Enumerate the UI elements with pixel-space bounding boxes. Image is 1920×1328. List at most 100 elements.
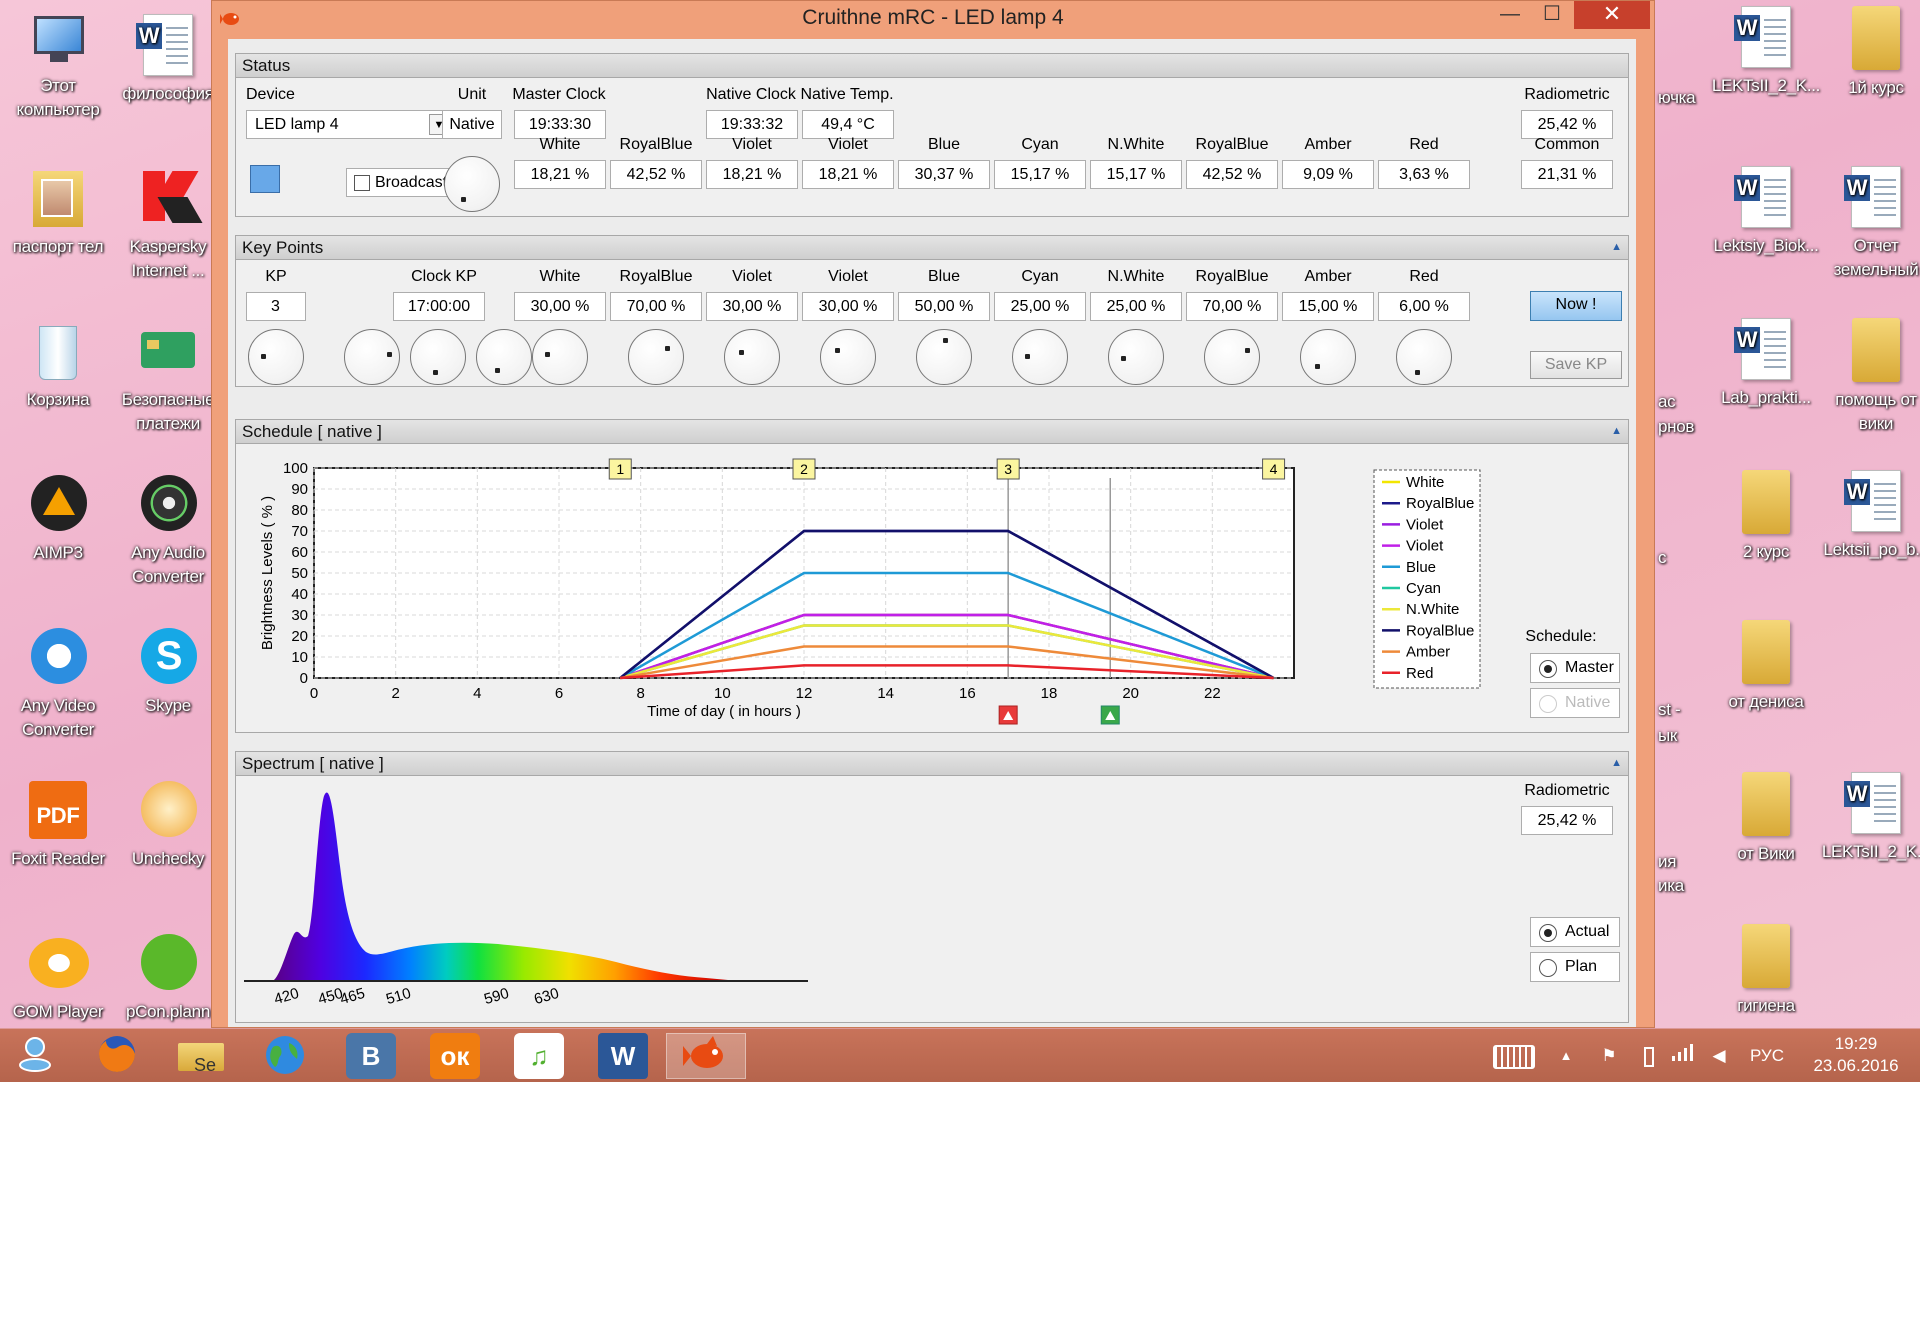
desktop-icon-left-12[interactable]: GOM Player: [2, 932, 114, 1024]
tray-expand-icon[interactable]: ▲: [1554, 1029, 1578, 1083]
kp-channel-value[interactable]: 6,00 %: [1378, 292, 1470, 321]
desktop-icon-left-1[interactable]: философия: [112, 14, 224, 106]
desktop-icon-right-4[interactable]: Lab_prakti...: [1710, 318, 1822, 410]
desktop-icon-left-4[interactable]: Корзина: [2, 320, 114, 412]
kp-cursor-icon[interactable]: [998, 705, 1018, 725]
title-bar[interactable]: Cruithne mRC - LED lamp 4 — ☐ ✕: [212, 1, 1654, 35]
kp-channel-knob[interactable]: [1012, 329, 1068, 385]
desktop-icon-right-6[interactable]: 2 курс: [1710, 470, 1822, 564]
hour-knob[interactable]: [344, 329, 400, 385]
kp-channel-knob[interactable]: [724, 329, 780, 385]
kp-channel-value[interactable]: 70,00 %: [1186, 292, 1278, 321]
close-button[interactable]: ✕: [1574, 1, 1650, 29]
keypoint-marker-4[interactable]: 4: [1262, 458, 1286, 480]
clock[interactable]: 19:29 23.06.2016: [1800, 1029, 1912, 1077]
clock-kp-field[interactable]: 17:00:00: [393, 292, 485, 321]
word-taskbar-button[interactable]: W: [598, 1033, 648, 1079]
kp-channel-knob[interactable]: [628, 329, 684, 385]
battery-icon[interactable]: [1638, 1029, 1660, 1083]
kp-channel-knob[interactable]: [1300, 329, 1356, 385]
desktop-icon-right-1[interactable]: 1й курс: [1820, 6, 1920, 100]
unit-knob[interactable]: [444, 156, 500, 212]
desktop-icon-right-5[interactable]: помощь от вики: [1820, 318, 1920, 436]
start-button[interactable]: [4, 1033, 66, 1079]
desktop-icon-right-3[interactable]: Отчет земельный: [1820, 166, 1920, 282]
schedule-chart[interactable]: 0 2 4 6 8 10 12 14 16 18 20 22010203040506070809010…: [236, 444, 1486, 732]
desktop-icon-label: помощь от вики: [1835, 390, 1917, 433]
checkbox-box[interactable]: [354, 175, 370, 191]
collapse-icon[interactable]: ▲: [1611, 752, 1622, 775]
desktop-icon-left-11[interactable]: Unchecky: [112, 779, 224, 871]
ok-taskbar-button[interactable]: ок: [430, 1033, 480, 1079]
desktop-icon-left-8[interactable]: Any Video Converter: [2, 626, 114, 742]
desktop-icon-left-7[interactable]: Any Audio Converter: [112, 473, 224, 589]
broadcast-checkbox[interactable]: Broadcast: [346, 168, 454, 197]
desktop-icon-label: философия: [122, 84, 214, 103]
keypoint-marker-3[interactable]: 3: [996, 458, 1020, 480]
desktop-icon-left-9[interactable]: S Skype: [112, 626, 224, 718]
kp-channel-value[interactable]: 25,00 %: [1090, 292, 1182, 321]
actual-radio[interactable]: Actual: [1530, 917, 1620, 947]
desktop-icon-left-0[interactable]: Этот компьютер: [2, 14, 114, 122]
flag-icon[interactable]: ⚑: [1596, 1029, 1622, 1083]
x-tick-label: 18: [1041, 685, 1058, 702]
desktop-icon-right-10[interactable]: LEKTsII_2_K...: [1820, 772, 1920, 864]
desktop-icon-right-0[interactable]: LEKTsII_2_K...: [1710, 6, 1822, 98]
desktop-icon-left-6[interactable]: AIMP3: [2, 473, 114, 565]
explorer-taskbar-button[interactable]: Se: [170, 1033, 232, 1079]
globe-taskbar-button[interactable]: [254, 1033, 316, 1079]
kp-channel-knob[interactable]: [916, 329, 972, 385]
desktop-icon-right-8[interactable]: от дениса: [1710, 620, 1822, 714]
kp-channel-value[interactable]: 15,00 %: [1282, 292, 1374, 321]
firefox-taskbar-button[interactable]: [86, 1033, 148, 1079]
maximize-button[interactable]: ☐: [1532, 1, 1572, 29]
keyboard-icon[interactable]: [1490, 1029, 1538, 1083]
second-knob[interactable]: [476, 329, 532, 385]
kp-channel-value[interactable]: 30,00 %: [802, 292, 894, 321]
cruithne-taskbar-button[interactable]: [666, 1033, 746, 1079]
master-radio[interactable]: Master: [1530, 653, 1620, 683]
plan-radio[interactable]: Plan: [1530, 952, 1620, 982]
native-radio[interactable]: Native: [1530, 688, 1620, 718]
desktop-icon-left-2[interactable]: паспорт тел: [2, 167, 114, 259]
desktop-icon-left-3[interactable]: Kaspersky Internet ...: [112, 167, 224, 283]
desktop-icon-right-7[interactable]: Lektsii_po_b...: [1820, 470, 1920, 562]
collapse-icon[interactable]: ▲: [1611, 236, 1622, 259]
kp-channel-knob[interactable]: [532, 329, 588, 385]
kp-channel-knob[interactable]: [1204, 329, 1260, 385]
kp-channel-value[interactable]: 50,00 %: [898, 292, 990, 321]
native-clock-label: Native Clock: [706, 86, 796, 103]
keypoint-marker-2[interactable]: 2: [792, 458, 816, 480]
collapse-icon[interactable]: ▲: [1611, 420, 1622, 443]
language-indicator[interactable]: РУС: [1744, 1029, 1790, 1083]
keypoint-marker-1[interactable]: 1: [608, 458, 632, 480]
time-cursor-icon[interactable]: [1100, 705, 1120, 725]
vk-taskbar-button[interactable]: В: [346, 1033, 396, 1079]
save-kp-button[interactable]: Save KP: [1530, 351, 1622, 379]
minute-knob[interactable]: [410, 329, 466, 385]
kp-channel-value[interactable]: 70,00 %: [610, 292, 702, 321]
kp-channel-value[interactable]: 30,00 %: [706, 292, 798, 321]
signal-icon[interactable]: [1668, 1029, 1696, 1083]
kp-knob[interactable]: [248, 329, 304, 385]
device-select[interactable]: LED lamp 4 ▼: [246, 110, 452, 139]
desktop-icon-right-11[interactable]: гигиена: [1710, 924, 1822, 1018]
desktop-icon-right-9[interactable]: от Вики: [1710, 772, 1822, 866]
vk-icon: В: [361, 1041, 381, 1071]
kp-channel-value[interactable]: 25,00 %: [994, 292, 1086, 321]
desktop-icon-left-13[interactable]: pCon.plann: [112, 932, 224, 1024]
unit-field[interactable]: Native: [442, 110, 502, 139]
desktop-icon-right-2[interactable]: Lektsiy_Biok...: [1710, 166, 1822, 258]
now-button[interactable]: Now !: [1530, 291, 1622, 321]
desktop-icon-left-10[interactable]: PDF Foxit Reader: [2, 779, 114, 871]
kp-channel-knob[interactable]: [820, 329, 876, 385]
volume-icon[interactable]: ◀: [1708, 1029, 1730, 1083]
kp-channel-value[interactable]: 30,00 %: [514, 292, 606, 321]
color-indicator[interactable]: [250, 165, 280, 193]
kp-channel-knob[interactable]: [1396, 329, 1452, 385]
desktop-icon-left-5[interactable]: Безопасные платежи: [112, 320, 224, 436]
kp-channel-knob[interactable]: [1108, 329, 1164, 385]
music-taskbar-button[interactable]: ♫: [514, 1033, 564, 1079]
kp-field[interactable]: 3: [246, 292, 306, 321]
minimize-button[interactable]: —: [1490, 1, 1530, 29]
